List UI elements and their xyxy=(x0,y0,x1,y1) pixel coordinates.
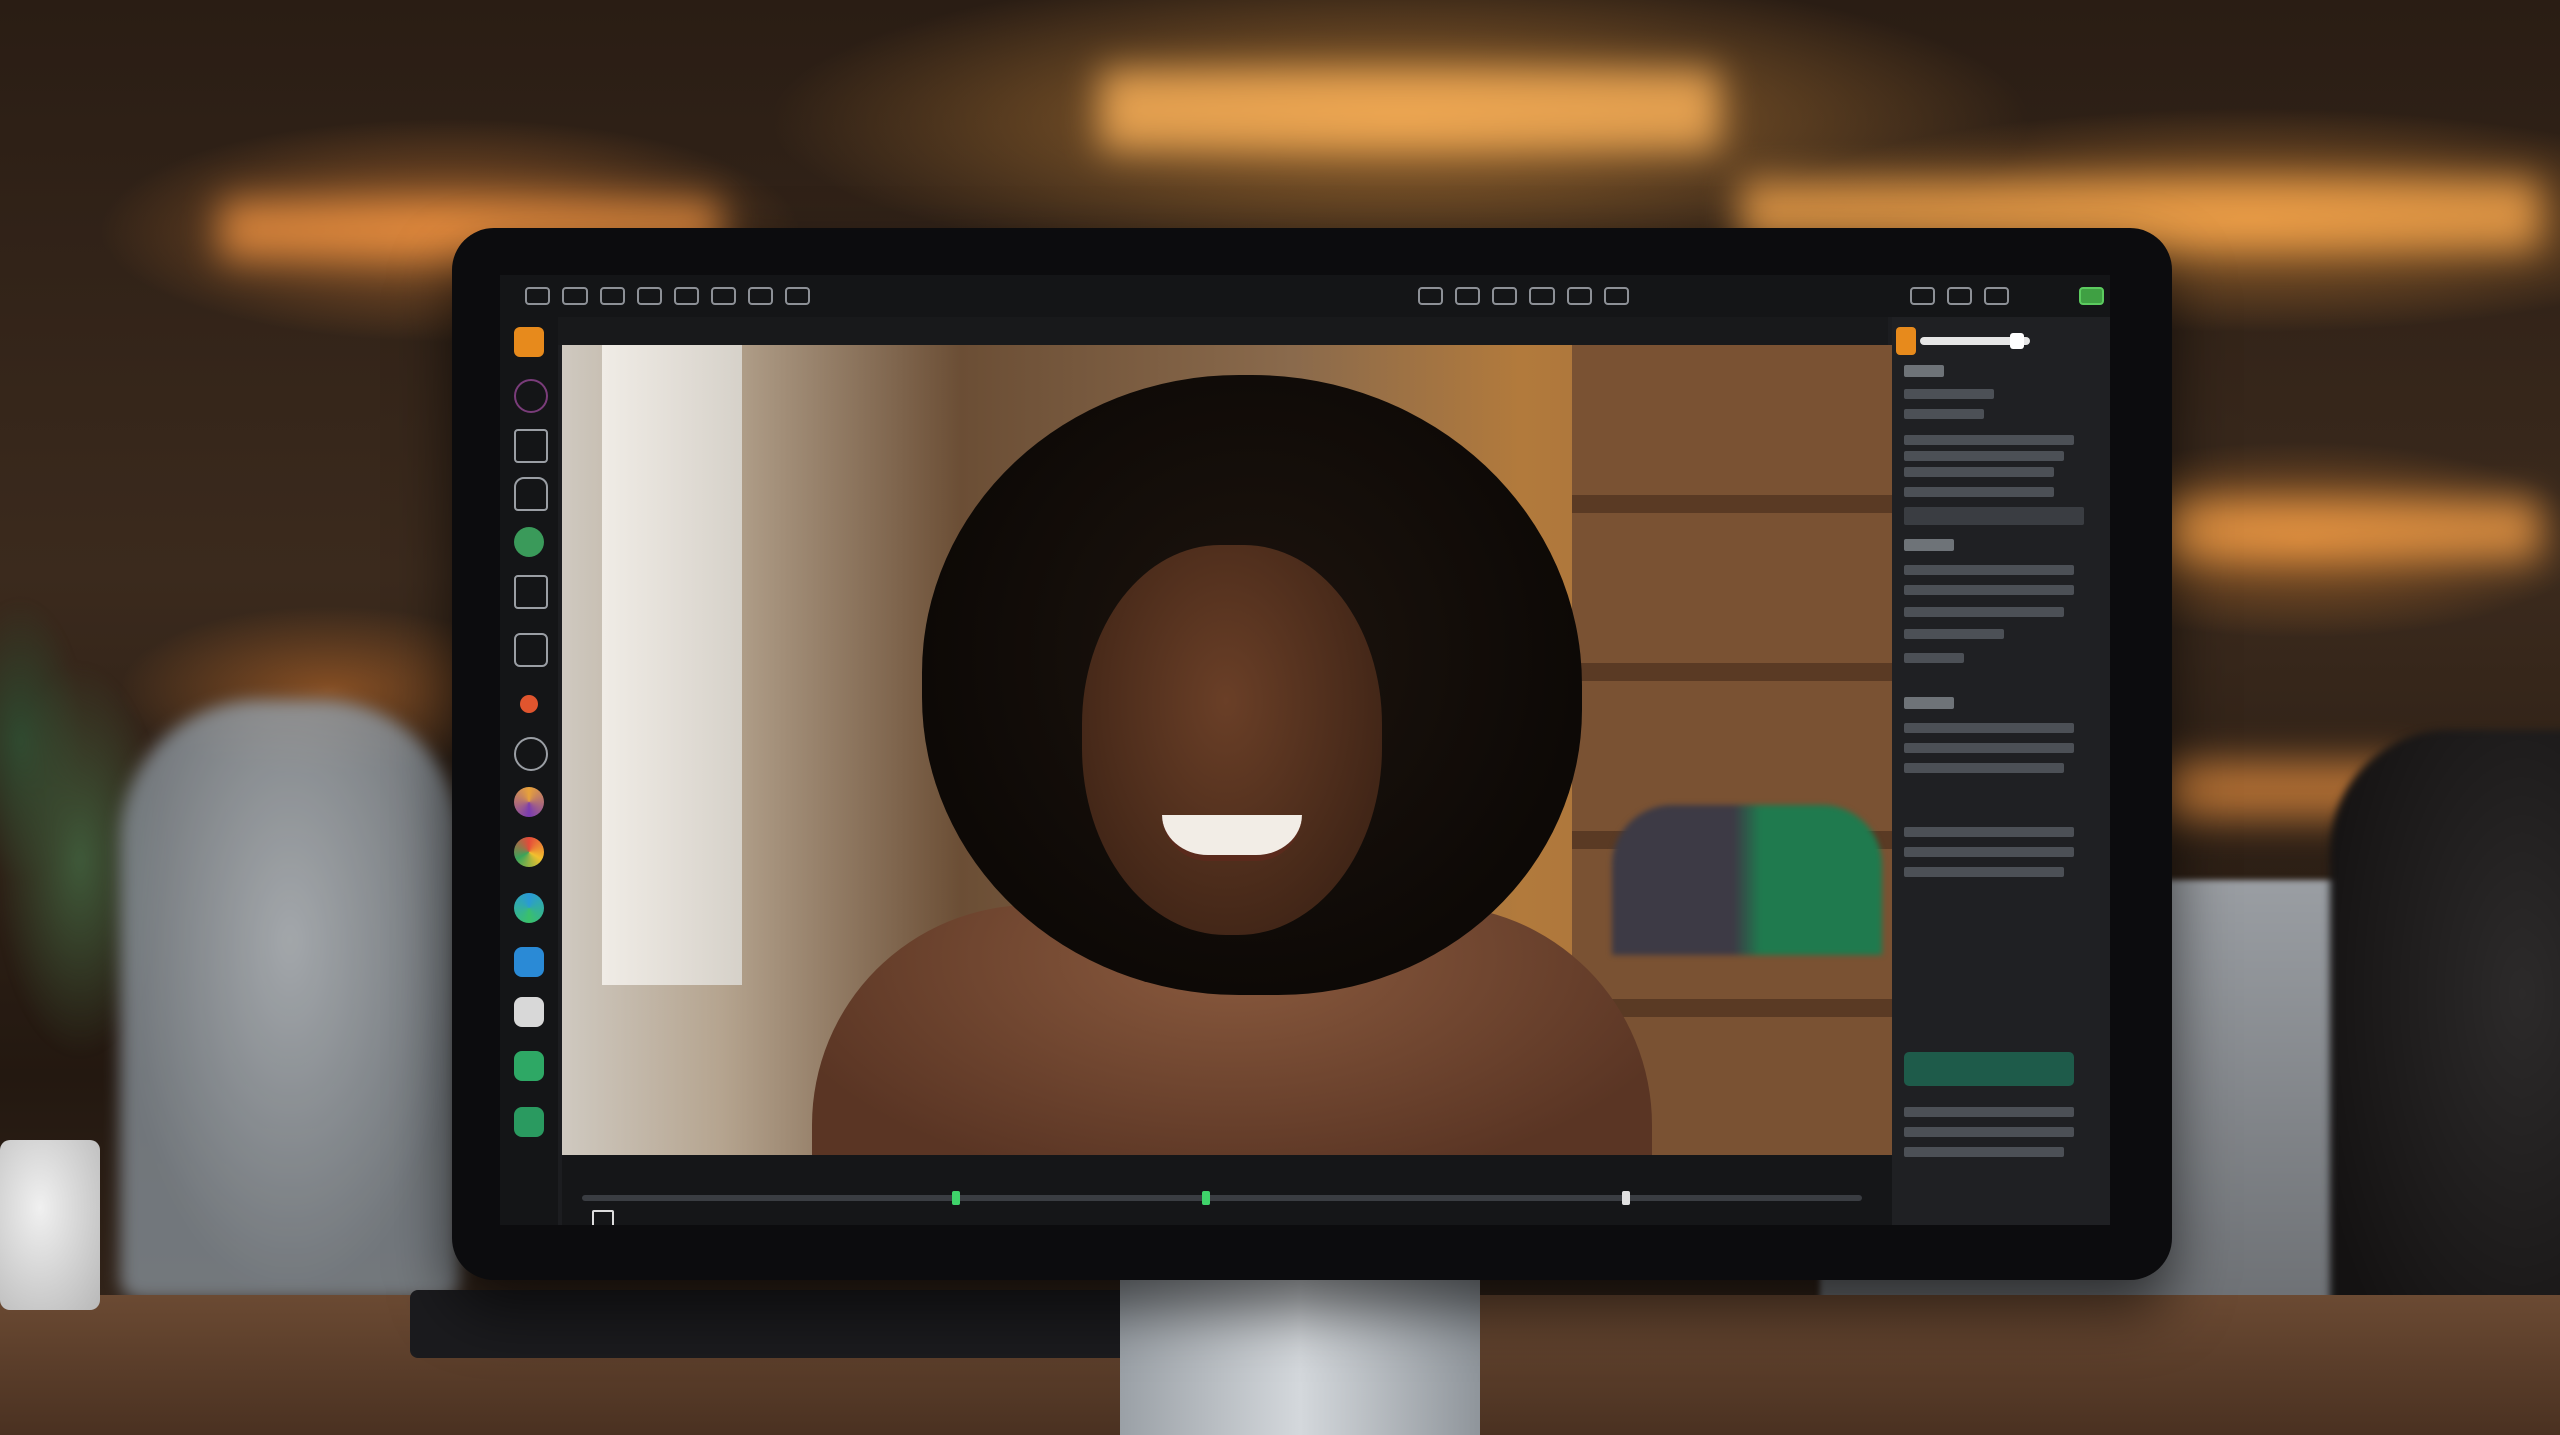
edge-icon[interactable] xyxy=(514,893,544,923)
user-icon[interactable] xyxy=(1984,287,2010,305)
panel-input[interactable] xyxy=(1904,507,2084,525)
panel-heading xyxy=(1904,697,1954,709)
panel-tab-icon[interactable] xyxy=(1896,327,1916,355)
panel-heading xyxy=(1904,539,1954,551)
chrome-icon[interactable] xyxy=(514,837,544,867)
timeline[interactable] xyxy=(562,1155,1892,1225)
panel-row xyxy=(1904,435,2074,445)
document-icon[interactable] xyxy=(514,1051,544,1081)
shelf-light xyxy=(1100,70,1720,150)
status-green-icon[interactable] xyxy=(2078,287,2105,305)
panel-row xyxy=(1904,389,1994,399)
panel-row xyxy=(1904,827,2074,837)
woman-face xyxy=(1082,545,1382,935)
timeline-marker[interactable] xyxy=(1622,1191,1630,1205)
panel-row xyxy=(1904,487,2054,497)
panel-row xyxy=(1904,565,2074,575)
panel-heading xyxy=(1904,365,1944,377)
search-icon[interactable] xyxy=(1418,287,1444,305)
panel-row xyxy=(1904,847,2074,857)
mug xyxy=(0,1140,100,1310)
panel-slider-knob[interactable] xyxy=(2010,333,2024,349)
monitor-stand xyxy=(1120,1272,1480,1435)
panel-highlight-button[interactable] xyxy=(1904,1052,2074,1086)
timeline-marker[interactable] xyxy=(1202,1191,1210,1205)
panel-row xyxy=(1904,1107,2074,1117)
video-preview[interactable] xyxy=(562,345,1892,1155)
circle-icon[interactable] xyxy=(514,379,548,413)
chat-icon[interactable] xyxy=(785,287,811,305)
panel-row xyxy=(1904,629,2004,639)
help-icon[interactable] xyxy=(1603,287,1629,305)
app-icon[interactable] xyxy=(514,947,544,977)
window xyxy=(602,345,742,985)
settings-icon[interactable] xyxy=(514,737,548,771)
headphones-icon[interactable] xyxy=(514,477,548,511)
phone-icon[interactable] xyxy=(514,1107,544,1137)
background-people xyxy=(1612,805,1882,955)
timeline-track[interactable] xyxy=(582,1195,1862,1201)
record-icon[interactable] xyxy=(520,695,538,713)
panel-row xyxy=(1904,451,2064,461)
panel-row xyxy=(1904,585,2074,595)
panel-row xyxy=(1904,743,2074,753)
panel-row xyxy=(1904,723,2074,733)
layout-icon[interactable] xyxy=(710,287,737,305)
info-icon[interactable] xyxy=(673,287,699,305)
panel-row xyxy=(1904,1127,2074,1137)
browser-icon[interactable] xyxy=(514,787,544,817)
audio-icon[interactable] xyxy=(1566,287,1592,305)
left-toolbar xyxy=(500,317,558,1225)
pause-icon[interactable] xyxy=(562,287,588,305)
notebook xyxy=(410,1290,1130,1358)
background-scene xyxy=(0,0,2560,1435)
brush-icon[interactable] xyxy=(514,527,544,557)
app-icon[interactable] xyxy=(514,997,544,1027)
top-toolbar xyxy=(500,275,2110,317)
panel-row xyxy=(1904,607,2064,617)
crop-icon[interactable] xyxy=(514,429,548,463)
panel-row xyxy=(1904,763,2064,773)
panel-row xyxy=(1904,1147,2064,1157)
panel-row xyxy=(1904,653,1964,663)
panel-row xyxy=(1904,867,2064,877)
settings-icon[interactable] xyxy=(1455,287,1481,305)
shield-icon[interactable] xyxy=(636,287,662,305)
export-icon[interactable] xyxy=(1947,287,1973,305)
shelf-light xyxy=(2160,500,2540,560)
panel-row xyxy=(1904,467,2054,477)
properties-panel xyxy=(1892,317,2110,1225)
text-icon[interactable] xyxy=(514,575,548,609)
undo-icon[interactable] xyxy=(599,287,625,305)
tab-strip xyxy=(558,317,1888,345)
monitor-screen xyxy=(500,275,2110,1225)
share-icon[interactable] xyxy=(1492,287,1518,305)
columns-icon[interactable] xyxy=(748,287,774,305)
timeline-marker[interactable] xyxy=(952,1191,960,1205)
menu-icon[interactable] xyxy=(525,287,551,305)
playhead[interactable] xyxy=(592,1210,614,1225)
blurred-person-left xyxy=(120,700,460,1300)
layers-icon[interactable] xyxy=(1529,287,1555,305)
subtitles-icon[interactable] xyxy=(514,633,548,667)
blurred-person-right xyxy=(2330,730,2560,1390)
panel-row xyxy=(1904,409,1984,419)
window-icon[interactable] xyxy=(1909,287,1936,305)
home-icon[interactable] xyxy=(514,327,544,357)
